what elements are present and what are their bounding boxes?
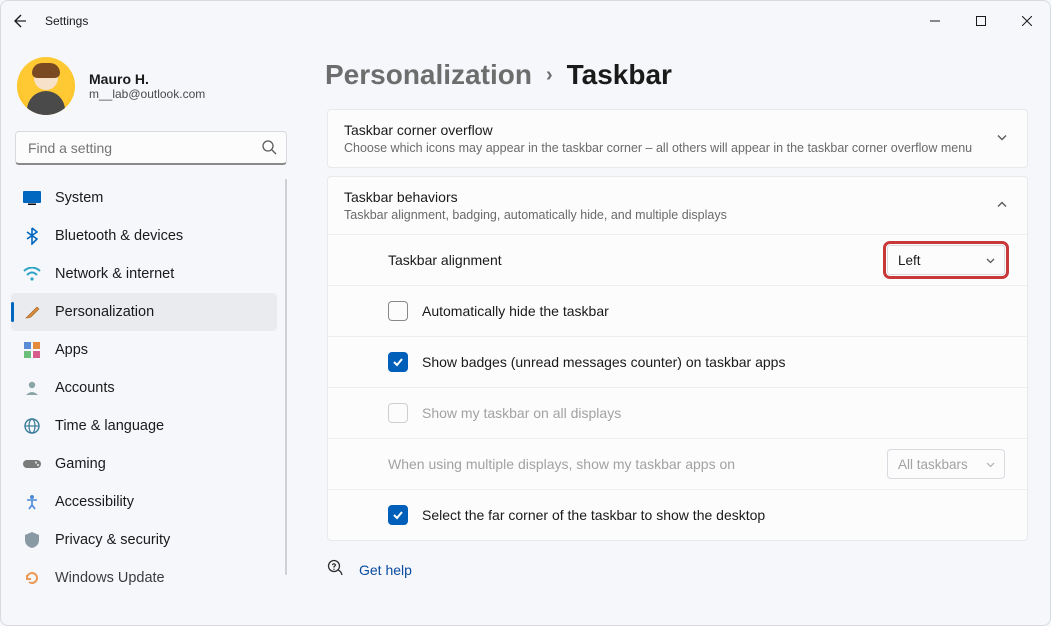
row-all-displays: Show my taskbar on all displays — [328, 387, 1027, 438]
sidebar-item-system[interactable]: System — [11, 179, 277, 217]
sidebar-item-bluetooth[interactable]: Bluetooth & devices — [11, 217, 277, 255]
profile-name: Mauro H. — [89, 71, 205, 87]
gaming-icon — [23, 455, 41, 473]
panel-subtitle: Choose which icons may appear in the tas… — [344, 141, 972, 155]
globe-icon — [23, 417, 41, 435]
minimize-button[interactable] — [912, 1, 958, 41]
breadcrumb-parent[interactable]: Personalization — [325, 59, 532, 91]
breadcrumb-current: Taskbar — [567, 59, 672, 91]
search-input[interactable] — [15, 131, 287, 165]
panel-title: Taskbar behaviors — [344, 189, 727, 205]
autohide-label: Automatically hide the taskbar — [422, 303, 1005, 319]
help-icon — [327, 559, 345, 580]
window-controls — [912, 1, 1050, 41]
alignment-value: Left — [898, 253, 921, 268]
accounts-icon — [23, 379, 41, 397]
row-multi-display: When using multiple displays, show my ta… — [328, 438, 1027, 489]
multi-display-label: When using multiple displays, show my ta… — [388, 456, 873, 472]
nav-label: Gaming — [55, 456, 106, 472]
nav-label: Personalization — [55, 304, 154, 320]
profile-email: m__lab@outlook.com — [89, 87, 205, 101]
nav-label: System — [55, 190, 103, 206]
avatar — [17, 57, 75, 115]
nav-label: Windows Update — [55, 570, 165, 586]
multi-display-dropdown: All taskbars — [887, 449, 1005, 479]
chevron-up-icon — [995, 197, 1009, 214]
bluetooth-icon — [23, 227, 41, 245]
main-content: Personalization › Taskbar Taskbar corner… — [301, 41, 1050, 625]
nav-label: Privacy & security — [55, 532, 170, 548]
maximize-button[interactable] — [958, 1, 1004, 41]
alignment-label: Taskbar alignment — [388, 252, 873, 268]
all-displays-checkbox — [388, 403, 408, 423]
nav-label: Apps — [55, 342, 88, 358]
nav-list: System Bluetooth & devices Network & int… — [11, 179, 291, 625]
nav-label: Time & language — [55, 418, 164, 434]
multi-display-value: All taskbars — [898, 457, 968, 472]
help-row: Get help — [327, 559, 1028, 580]
sidebar-item-accounts[interactable]: Accounts — [11, 369, 277, 407]
sidebar-item-personalization[interactable]: Personalization — [11, 293, 277, 331]
apps-icon — [23, 341, 41, 359]
sidebar-item-update[interactable]: Windows Update — [11, 559, 277, 597]
panel-overflow[interactable]: Taskbar corner overflow Choose which ico… — [327, 109, 1028, 168]
system-icon — [23, 189, 41, 207]
nav-label: Accounts — [55, 380, 115, 396]
all-displays-label: Show my taskbar on all displays — [422, 405, 1005, 421]
window-title: Settings — [45, 14, 88, 28]
breadcrumb-separator: › — [546, 64, 553, 87]
back-button[interactable] — [11, 13, 27, 29]
sidebar-item-time[interactable]: Time & language — [11, 407, 277, 445]
row-far-corner: Select the far corner of the taskbar to … — [328, 489, 1027, 540]
far-corner-label: Select the far corner of the taskbar to … — [422, 507, 1005, 523]
get-help-link[interactable]: Get help — [359, 562, 412, 578]
panel-behaviors-header[interactable]: Taskbar behaviors Taskbar alignment, bad… — [328, 177, 1027, 234]
far-corner-checkbox[interactable] — [388, 505, 408, 525]
wifi-icon — [23, 265, 41, 283]
accessibility-icon — [23, 493, 41, 511]
brush-icon — [23, 303, 41, 321]
panel-title: Taskbar corner overflow — [344, 122, 972, 138]
badges-checkbox[interactable] — [388, 352, 408, 372]
breadcrumb: Personalization › Taskbar — [325, 59, 1028, 91]
panel-subtitle: Taskbar alignment, badging, automaticall… — [344, 208, 727, 222]
profile-block[interactable]: Mauro H. m__lab@outlook.com — [11, 47, 291, 131]
shield-icon — [23, 531, 41, 549]
nav-label: Bluetooth & devices — [55, 228, 183, 244]
row-autohide: Automatically hide the taskbar — [328, 285, 1027, 336]
close-button[interactable] — [1004, 1, 1050, 41]
search-icon — [261, 139, 277, 158]
sidebar-item-apps[interactable]: Apps — [11, 331, 277, 369]
row-badges: Show badges (unread messages counter) on… — [328, 336, 1027, 387]
sidebar: Mauro H. m__lab@outlook.com System Bluet… — [1, 41, 301, 625]
chevron-down-icon — [995, 130, 1009, 147]
row-alignment: Taskbar alignment Left — [328, 234, 1027, 285]
panel-behaviors: Taskbar behaviors Taskbar alignment, bad… — [327, 176, 1028, 541]
autohide-checkbox[interactable] — [388, 301, 408, 321]
sidebar-item-accessibility[interactable]: Accessibility — [11, 483, 277, 521]
update-icon — [23, 569, 41, 587]
badges-label: Show badges (unread messages counter) on… — [422, 354, 1005, 370]
titlebar: Settings — [1, 1, 1050, 41]
sidebar-item-network[interactable]: Network & internet — [11, 255, 277, 293]
sidebar-item-gaming[interactable]: Gaming — [11, 445, 277, 483]
nav-label: Network & internet — [55, 266, 174, 282]
nav-label: Accessibility — [55, 494, 134, 510]
sidebar-item-privacy[interactable]: Privacy & security — [11, 521, 277, 559]
alignment-dropdown[interactable]: Left — [887, 245, 1005, 275]
